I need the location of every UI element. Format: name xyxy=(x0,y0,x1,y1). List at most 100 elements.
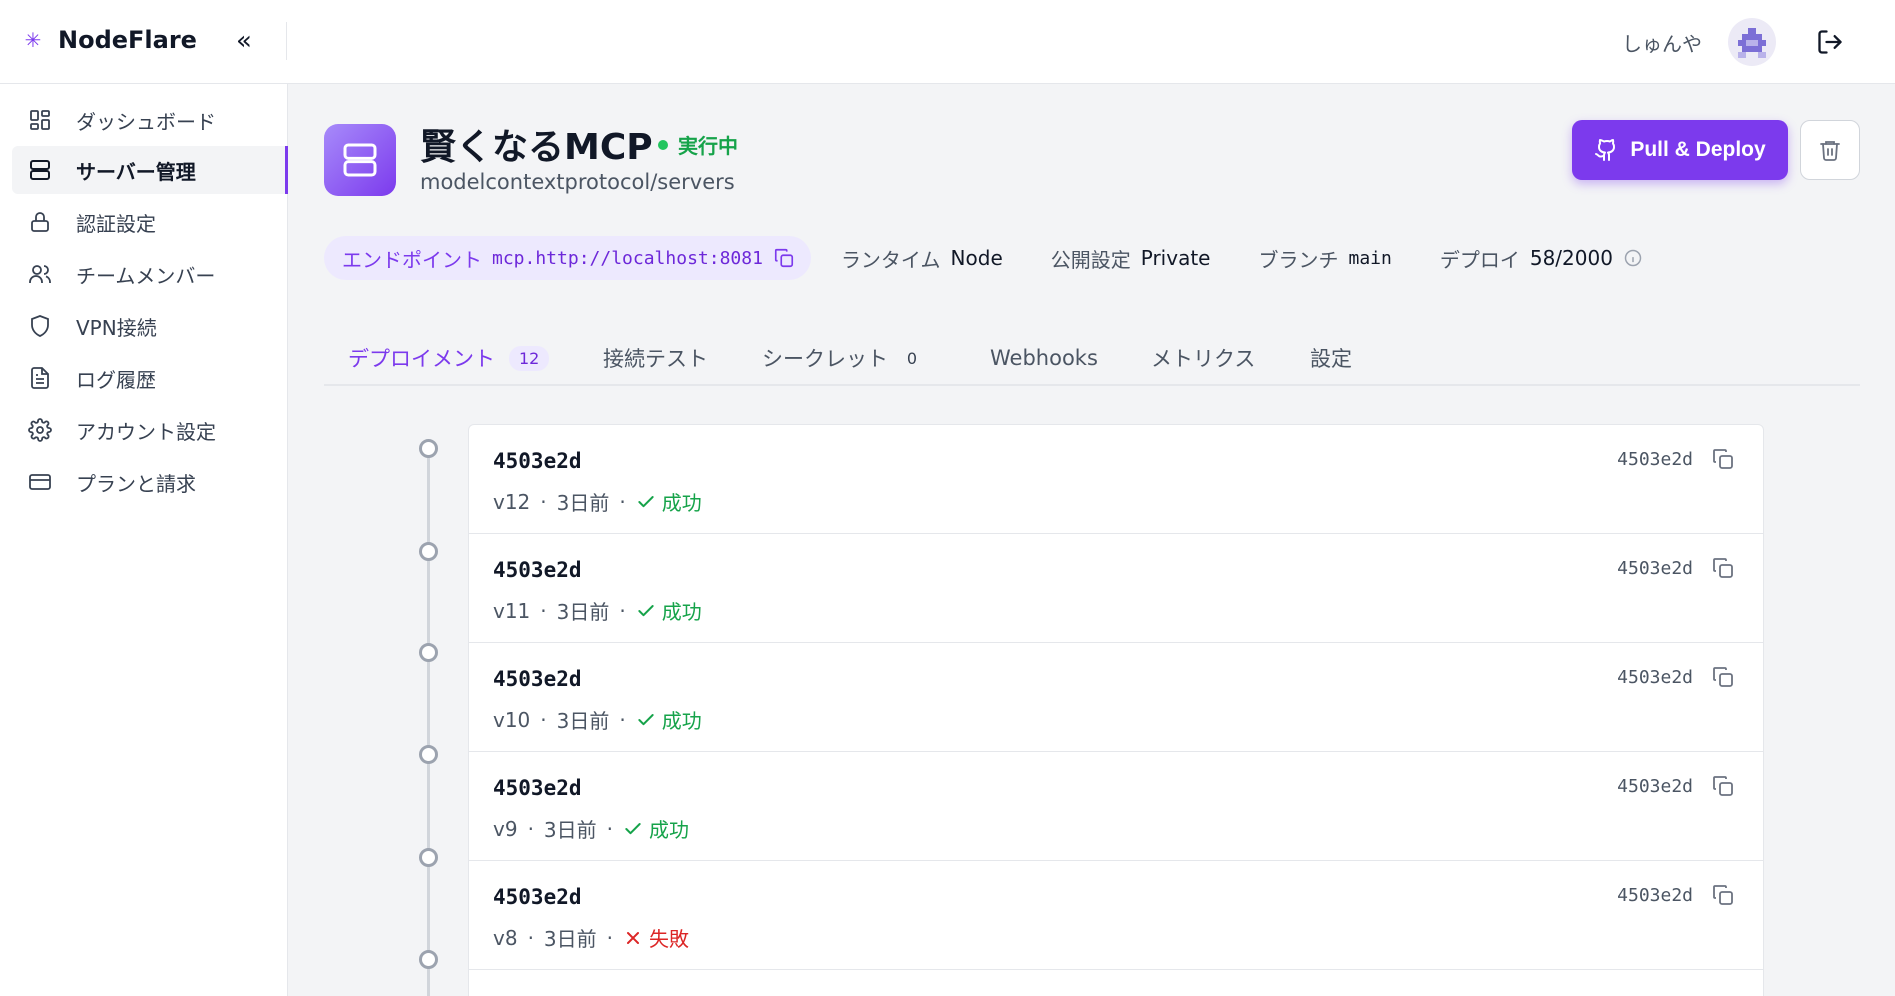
deployment-meta: v9 · 3日前 · 成功 xyxy=(493,814,689,843)
copy-icon[interactable] xyxy=(1711,883,1735,907)
deployment-actions: 4503e2d xyxy=(1617,447,1735,471)
endpoint-chip[interactable]: エンドポイント mcp.http://localhost:8081 xyxy=(324,236,811,280)
sidebar-item-team[interactable]: チームメンバー xyxy=(12,250,286,298)
endpoint-value: mcp.http://localhost:8081 xyxy=(492,247,763,269)
delete-button[interactable] xyxy=(1800,120,1860,180)
tab-settings[interactable]: 設定 xyxy=(1310,330,1352,386)
copy-icon[interactable] xyxy=(1711,665,1735,689)
copy-icon[interactable] xyxy=(1711,774,1735,798)
deployment-short-hash: 4503e2d xyxy=(1617,557,1693,579)
deployment-status: 成功 xyxy=(636,596,702,625)
timeline-dot xyxy=(419,745,438,764)
sidebar-item-label: VPN接続 xyxy=(76,315,157,340)
separator: · xyxy=(540,489,547,514)
separator: · xyxy=(540,598,547,623)
status-text: 実行中 xyxy=(678,134,738,158)
info-icon[interactable] xyxy=(1623,248,1643,268)
timeline-line xyxy=(427,448,430,996)
copy-icon[interactable] xyxy=(1711,447,1735,471)
sidebar-item-auth[interactable]: 認証設定 xyxy=(12,198,286,246)
sidebar-item-label: 認証設定 xyxy=(76,211,156,236)
server-meta-row: エンドポイント mcp.http://localhost:8081 ランタイム … xyxy=(324,236,1643,280)
copy-icon[interactable] xyxy=(1711,556,1735,580)
deployment-status: 失敗 xyxy=(623,923,689,952)
deployment-actions: 4503e2d xyxy=(1617,556,1735,580)
header-divider xyxy=(286,22,287,60)
check-icon xyxy=(638,604,654,616)
brand[interactable]: ✳ NodeFlare xyxy=(24,26,197,54)
tab-deployments[interactable]: デプロイメント 12 xyxy=(348,330,550,386)
deployment-actions: 4503e2d xyxy=(1617,883,1735,907)
tabs-bar: デプロイメント 12 接続テスト シークレット 0 Webhooks メトリクス… xyxy=(324,330,1860,386)
deploy-count-info: デプロイ 58/2000 xyxy=(1440,244,1643,273)
deployment-age: 3日前 xyxy=(556,491,610,515)
shield-icon xyxy=(31,315,49,337)
sidebar-item-logs[interactable]: ログ履歴 xyxy=(12,354,286,402)
server-repo: modelcontextprotocol/servers xyxy=(420,170,735,194)
server-avatar xyxy=(324,124,396,196)
tab-label: メトリクス xyxy=(1151,347,1256,371)
separator: · xyxy=(527,925,534,950)
dashboard-icon xyxy=(30,110,50,130)
deployment-status-text: 成功 xyxy=(661,709,702,733)
file-text-icon xyxy=(31,367,49,389)
logout-icon[interactable] xyxy=(1816,28,1844,56)
page-title: 賢くなるMCP xyxy=(420,127,653,168)
separator: · xyxy=(527,816,534,841)
deployment-short-hash: 4503e2d xyxy=(1617,666,1693,688)
deployment-actions: 4503e2d xyxy=(1617,774,1735,798)
pull-deploy-button[interactable]: Pull & Deploy xyxy=(1572,120,1788,180)
deployment-short-hash: 4503e2d xyxy=(1617,775,1693,797)
endpoint-label: エンドポイント xyxy=(342,247,482,272)
avatar[interactable] xyxy=(1728,18,1776,66)
deployment-status-text: 失敗 xyxy=(649,927,690,951)
lock-icon xyxy=(31,212,49,232)
sidebar-item-vpn[interactable]: VPN接続 xyxy=(12,302,286,350)
deployment-hash: 4503e2d xyxy=(493,776,582,800)
github-icon xyxy=(1595,139,1616,161)
tab-label: デプロイメント xyxy=(348,347,495,371)
deployment-row[interactable]: 4503e2d v9 · 3日前 · 成功 4503e2d xyxy=(469,752,1763,861)
pixel-avatar-icon xyxy=(1738,28,1766,58)
sidebar-item-label: ダッシュボード xyxy=(76,109,216,134)
tab-count-badge: 12 xyxy=(509,345,550,371)
check-icon xyxy=(638,495,654,507)
tab-webhooks[interactable]: Webhooks xyxy=(990,330,1098,386)
credit-card-icon xyxy=(29,474,51,490)
tab-secrets[interactable]: シークレット 0 xyxy=(762,330,922,386)
deployment-age: 3日前 xyxy=(543,927,597,951)
sidebar-item-dashboard[interactable]: ダッシュボード xyxy=(12,96,286,144)
sidebar-item-label: サーバー管理 xyxy=(76,159,196,184)
sidebar: ダッシュボード サーバー管理 認証設定 チームメンバー VPN接続 ログ履歴 ア… xyxy=(0,84,288,996)
gear-icon xyxy=(28,418,52,442)
deployment-row[interactable]: 4503e2d v8 · 3日前 · 失敗 4503e2d xyxy=(469,861,1763,970)
check-icon xyxy=(638,713,654,725)
branch-info: ブランチ main xyxy=(1258,244,1391,273)
deployment-meta: v8 · 3日前 · 失敗 xyxy=(493,923,689,952)
visibility-value: Private xyxy=(1140,246,1211,270)
top-header: ✳ NodeFlare « しゅんや xyxy=(0,0,1895,84)
tab-connection-test[interactable]: 接続テスト xyxy=(603,330,708,386)
deployment-row[interactable]: 4503e2d v11 · 3日前 · 成功 4503e2d xyxy=(469,534,1763,643)
deployment-version: v12 xyxy=(493,489,531,514)
status-dot xyxy=(658,139,668,150)
tab-label: シークレット xyxy=(762,347,888,371)
brand-logo-icon: ✳ xyxy=(24,28,42,52)
deployment-row[interactable]: 4503e2d v10 · 3日前 · 成功 4503e2d xyxy=(469,643,1763,752)
deployment-row[interactable]: 4503e2d v12 · 3日前 · 成功 4503e2d xyxy=(469,425,1763,534)
sidebar-item-account[interactable]: アカウント設定 xyxy=(12,406,286,454)
tab-metrics[interactable]: メトリクス xyxy=(1151,330,1255,386)
deployment-status-text: 成功 xyxy=(661,491,702,515)
sidebar-item-servers[interactable]: サーバー管理 xyxy=(12,146,288,194)
collapse-sidebar-button[interactable]: « xyxy=(236,26,252,56)
separator: · xyxy=(540,707,547,732)
deployment-status-text: 成功 xyxy=(661,600,702,624)
deployment-version: v9 xyxy=(493,816,518,841)
branch-value: main xyxy=(1348,247,1392,269)
copy-icon[interactable] xyxy=(773,247,795,269)
sidebar-item-billing[interactable]: プランと請求 xyxy=(12,458,286,506)
deployment-status: 成功 xyxy=(636,487,702,516)
timeline-dot xyxy=(419,848,438,867)
deployment-meta: v12 · 3日前 · 成功 xyxy=(493,487,702,516)
users-icon xyxy=(29,265,51,283)
